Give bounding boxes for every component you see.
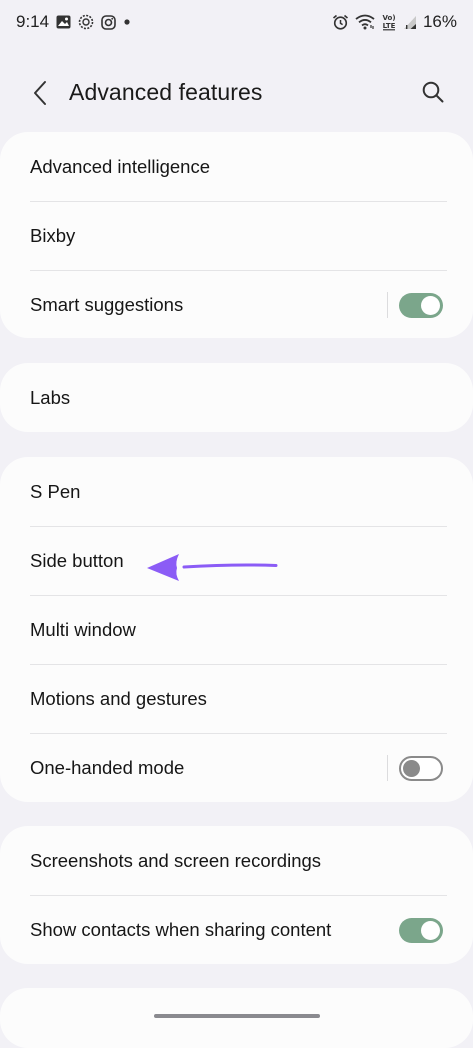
setting-screenshots-and-recordings[interactable]: Screenshots and screen recordings — [0, 826, 473, 895]
toggle-divider — [387, 755, 388, 781]
setting-s-pen[interactable]: S Pen — [0, 457, 473, 526]
status-bar: 9:14 Vo) LTE 16% — [0, 0, 473, 44]
setting-label: One-handed mode — [30, 756, 185, 778]
setting-one-handed-mode[interactable]: One-handed mode — [0, 733, 473, 802]
signal-icon — [403, 15, 417, 30]
setting-show-contacts-sharing[interactable]: Show contacts when sharing content — [0, 895, 473, 964]
svg-text:LTE: LTE — [383, 22, 396, 30]
sync-icon — [78, 14, 94, 30]
settings-group-next-partial — [0, 988, 473, 1048]
setting-labs[interactable]: Labs — [0, 363, 473, 432]
setting-advanced-intelligence[interactable]: Advanced intelligence — [0, 132, 473, 201]
alarm-icon — [332, 14, 349, 30]
home-indicator — [154, 1014, 320, 1018]
chevron-left-icon — [32, 80, 48, 106]
setting-label: Show contacts when sharing content — [30, 918, 332, 940]
setting-label: Multi window — [30, 618, 136, 640]
toggle-knob — [403, 760, 420, 777]
gallery-icon — [56, 15, 71, 29]
setting-label: Motions and gestures — [30, 687, 207, 709]
back-button[interactable] — [26, 76, 54, 110]
setting-label: Side button — [30, 549, 124, 571]
setting-bixby[interactable]: Bixby — [0, 201, 473, 270]
status-right: Vo) LTE 16% — [332, 12, 457, 32]
setting-motions-and-gestures[interactable]: Motions and gestures — [0, 664, 473, 733]
volte-icon: Vo) LTE — [381, 13, 397, 31]
setting-label: Bixby — [30, 224, 76, 246]
svg-text:Vo): Vo) — [382, 14, 395, 22]
setting-label: Advanced intelligence — [30, 155, 210, 177]
settings-group-controls: S Pen Side button Multi window Motions a… — [0, 457, 473, 802]
search-button[interactable] — [418, 77, 448, 107]
show-contacts-toggle[interactable] — [399, 918, 443, 943]
setting-smart-suggestions[interactable]: Smart suggestions — [0, 270, 473, 339]
instagram-icon — [101, 14, 116, 30]
annotation-arrow-icon — [147, 554, 278, 581]
setting-label: S Pen — [30, 480, 81, 502]
status-left: 9:14 — [16, 12, 131, 32]
one-handed-mode-toggle[interactable] — [399, 756, 443, 781]
toggle-knob — [421, 921, 440, 940]
setting-label: Screenshots and screen recordings — [30, 849, 322, 871]
toggle-knob — [421, 296, 440, 315]
search-icon — [421, 80, 445, 104]
setting-label: Smart suggestions — [30, 293, 184, 315]
page-title: Advanced features — [69, 79, 263, 105]
smart-suggestions-toggle[interactable] — [399, 293, 443, 318]
toggle-divider — [387, 292, 388, 318]
settings-group-intelligence: Advanced intelligence Bixby Smart sugges… — [0, 132, 473, 338]
settings-group-labs: Labs — [0, 363, 473, 432]
dot-icon — [123, 18, 131, 26]
setting-multi-window[interactable]: Multi window — [0, 595, 473, 664]
status-time: 9:14 — [16, 12, 50, 31]
battery-percent: 16% — [422, 12, 457, 31]
settings-group-sharing: Screenshots and screen recordings Show c… — [0, 826, 473, 964]
app-header: Advanced features — [0, 62, 473, 124]
setting-label: Labs — [30, 386, 71, 408]
wifi-icon — [355, 14, 375, 30]
